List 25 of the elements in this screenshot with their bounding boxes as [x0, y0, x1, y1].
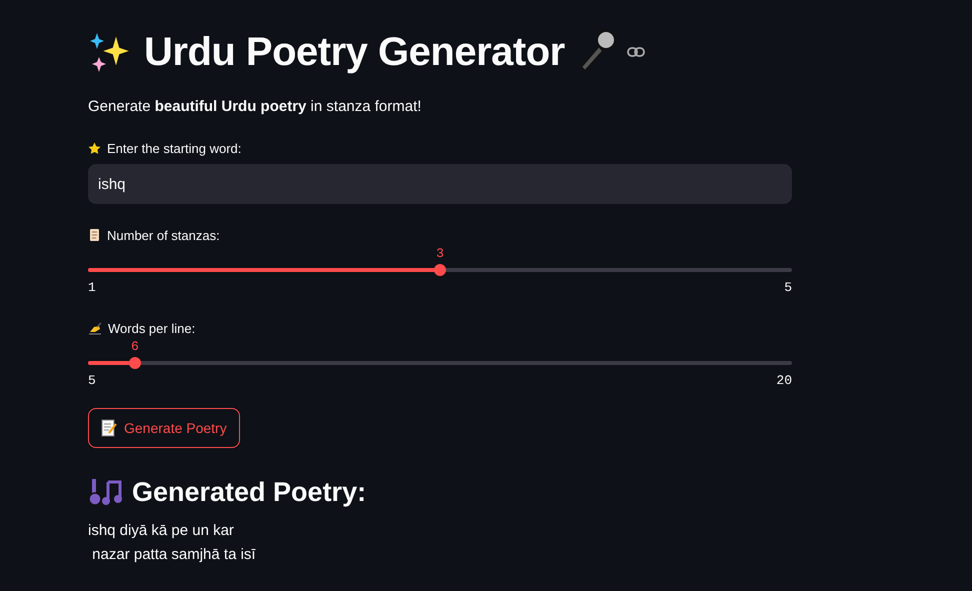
- page-title: Urdu Poetry Generator: [144, 30, 565, 74]
- slider-value: 3: [436, 246, 444, 261]
- sparkles-icon: [88, 29, 134, 75]
- music-notes-icon: [88, 476, 122, 508]
- page-description: Generate beautiful Urdu poetry in stanza format!: [88, 98, 422, 115]
- link-icon[interactable]: [626, 47, 645, 57]
- generate-button[interactable]: Generate Poetry: [88, 408, 240, 448]
- slider-max: 20: [776, 373, 792, 388]
- slider-min: 1: [88, 280, 96, 295]
- slider-value: 6: [131, 339, 139, 354]
- slider-thumb[interactable]: [128, 357, 141, 369]
- memo-icon: [101, 419, 117, 437]
- scroll-icon: [88, 228, 101, 242]
- slider-max: 5: [784, 280, 792, 295]
- slider-label: Words per line:: [108, 320, 196, 336]
- poetry-line: ishq diyā kā pe un kar: [88, 522, 235, 541]
- slider-label: Number of stanzas:: [107, 228, 220, 242]
- field-label: Enter the starting word:: [107, 140, 242, 156]
- writing-hand-icon: [88, 322, 102, 334]
- slider-min: 5: [88, 373, 96, 388]
- section-heading: Generated Poetry:: [132, 476, 366, 508]
- slider-thumb[interactable]: [434, 264, 446, 276]
- star-icon: [88, 142, 101, 154]
- poetry-line: nazar patta samjhā ta isī: [91, 546, 257, 565]
- starting-word-input[interactable]: ishq: [88, 164, 792, 204]
